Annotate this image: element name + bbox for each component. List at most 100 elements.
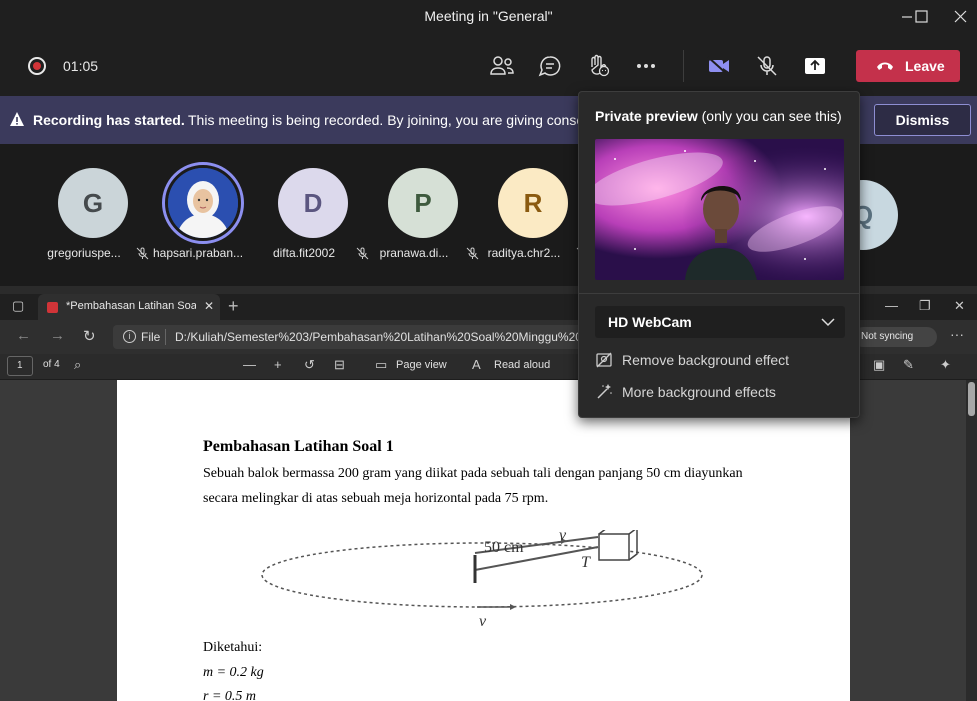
sync-label: Not syncing <box>861 331 914 342</box>
video-camera-icon <box>707 56 729 76</box>
participant-name: pranawa.di... <box>379 246 449 260</box>
doc-heading: Pembahasan Latihan Soal 1 <box>203 438 394 455</box>
tab-title: *Pembahasan Latihan Soal Minggu ke-4.pdf <box>66 300 196 312</box>
teams-meeting-window: Meeting in "General" 01:05 Leave Recordi… <box>0 0 977 701</box>
participant-name: difta.fit2002 <box>272 246 336 260</box>
more-actions-button[interactable] <box>633 54 659 78</box>
participant-name: gregoriuspe... <box>47 246 121 260</box>
mic-toggle-button[interactable] <box>754 54 780 78</box>
browser-menu-icon[interactable]: ··· <box>950 326 964 342</box>
scrollbar-thumb[interactable] <box>968 382 975 416</box>
rotate-icon[interactable]: ↺ <box>304 357 315 373</box>
save-as-icon[interactable]: ✎ <box>903 357 914 373</box>
remove-background-effect-item[interactable]: Remove background effect <box>595 349 845 375</box>
more-icon <box>637 64 655 68</box>
forward-icon[interactable]: → <box>50 327 65 344</box>
preview-title: Private preview (only you can see this) <box>595 108 842 124</box>
warning-icon <box>10 112 24 126</box>
url-text: D:/Kuliah/Semester%203/Pembahasan%20Lati… <box>175 330 626 344</box>
mic-off-icon <box>757 56 777 76</box>
figure-velocity-label: v <box>559 530 567 544</box>
camera-toggle-button[interactable] <box>706 54 732 78</box>
chat-icon <box>538 56 561 77</box>
participant-name: raditya.chr2... <box>487 246 561 260</box>
pin-toolbar-icon[interactable]: ✦ <box>940 357 951 373</box>
avatar: R <box>498 168 568 238</box>
profile-photo-icon <box>168 168 238 238</box>
fit-page-icon[interactable]: ⊟ <box>334 357 345 373</box>
participants-button[interactable] <box>489 54 515 78</box>
read-aloud-icon[interactable]: A <box>472 357 481 372</box>
save-icon[interactable]: ▣ <box>873 357 885 373</box>
leave-button[interactable]: Leave <box>856 50 960 82</box>
chevron-down-icon <box>821 318 835 327</box>
circular-motion-figure: 50 cm v T v <box>261 530 703 630</box>
share-screen-button[interactable] <box>802 54 828 78</box>
figure-tension-label: T <box>581 554 591 571</box>
figure-length-label: 50 cm <box>484 539 524 556</box>
page-number-input[interactable]: 1 <box>7 356 33 376</box>
window-title: Meeting in "General" <box>424 8 553 24</box>
avatar: P <box>388 168 458 238</box>
page-view-icon[interactable]: ▭ <box>375 357 387 373</box>
close-window-button[interactable] <box>950 6 972 28</box>
info-icon: i <box>123 330 136 343</box>
device-settings-flyout: Private preview (only you can see this) <box>578 91 860 418</box>
camera-select[interactable]: HD WebCam <box>595 306 845 338</box>
search-icon[interactable]: ⌕ <box>74 357 81 373</box>
toolbar-divider <box>683 50 684 82</box>
participant-name: hapsari.praban... <box>152 246 244 260</box>
pdf-icon <box>47 302 58 313</box>
pdf-page: Pembahasan Latihan Soal 1 Sebuah balok b… <box>117 380 850 701</box>
reactions-button[interactable] <box>585 54 611 78</box>
avatar: G <box>58 168 128 238</box>
browser-restore-icon[interactable]: ❐ <box>919 298 931 314</box>
back-icon[interactable]: ← <box>16 327 31 344</box>
leave-label: Leave <box>905 58 945 74</box>
bottom-arrowhead <box>510 604 516 610</box>
dismiss-button[interactable]: Dismiss <box>874 104 971 136</box>
browser-close-icon[interactable]: ✕ <box>954 298 965 314</box>
browser-minimize-icon[interactable]: — <box>885 298 898 313</box>
doc-paragraph-line: Sebuah balok bermassa 200 gram yang diik… <box>203 466 743 481</box>
refresh-icon[interactable]: ↻ <box>83 327 96 345</box>
chat-button[interactable] <box>537 54 563 78</box>
scrollbar[interactable] <box>966 380 977 701</box>
flyout-divider <box>579 293 859 294</box>
doc-paragraph-line: secara melingkar di atas sebuah meja hor… <box>203 491 549 506</box>
known-heading: Diketahui: <box>203 640 263 655</box>
remove-background-label: Remove background effect <box>622 352 790 368</box>
zoom-in-icon[interactable]: + <box>274 357 282 372</box>
zoom-out-icon[interactable]: — <box>243 357 256 372</box>
tab-actions-icon[interactable]: ▢ <box>12 298 24 314</box>
sync-status-button[interactable]: Not syncing <box>853 327 937 347</box>
people-icon <box>490 56 514 75</box>
camera-select-value: HD WebCam <box>608 314 692 330</box>
known-radius: r = 0.5 m <box>203 689 257 701</box>
hang-up-icon <box>877 62 893 70</box>
banner-title: Recording has started. <box>33 112 185 128</box>
close-icon <box>954 10 967 23</box>
figure-velocity-bottom-label: v <box>479 613 487 630</box>
preview-title-note: (only you can see this) <box>697 108 842 124</box>
more-background-label: More background effects <box>622 384 776 400</box>
magic-wand-icon <box>597 384 612 399</box>
browser-tab[interactable]: *Pembahasan Latihan Soal Minggu ke-4.pdf… <box>38 294 220 320</box>
camera-preview <box>595 139 844 280</box>
close-tab-icon[interactable]: ✕ <box>204 299 214 313</box>
page-view-button[interactable]: Page view <box>396 359 447 371</box>
known-mass: m = 0.2 kg <box>203 665 264 680</box>
raise-hand-icon <box>591 54 610 77</box>
file-label: File <box>141 330 161 344</box>
banner-message: This meeting is being recorded. By joini… <box>188 112 583 128</box>
block-shape <box>598 533 630 561</box>
maximize-button[interactable] <box>910 6 932 28</box>
no-background-icon <box>596 352 612 368</box>
new-tab-icon[interactable]: + <box>228 296 239 317</box>
meeting-toolbar: 01:05 Leave <box>0 34 977 96</box>
more-background-effects-item[interactable]: More background effects <box>595 381 845 407</box>
mic-off-icon <box>136 247 149 260</box>
read-aloud-button[interactable]: Read aloud <box>494 359 550 371</box>
preview-title-bold: Private preview <box>595 108 698 124</box>
meeting-timer: 01:05 <box>63 58 99 74</box>
